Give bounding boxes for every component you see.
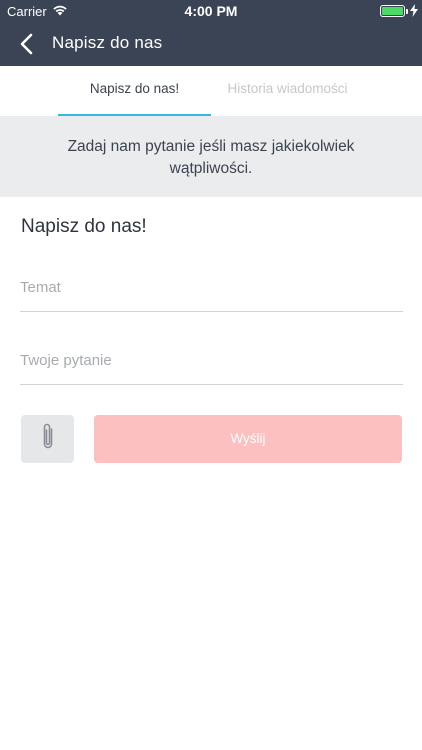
attach-button[interactable] <box>21 415 74 463</box>
tab-bar: Napisz do nas! Historia wiadomości <box>0 66 422 116</box>
tab-label: Historia wiadomości <box>227 81 348 96</box>
send-button[interactable]: Wyślij <box>94 415 402 463</box>
charging-bolt-icon <box>410 4 418 20</box>
page-title: Napisz do nas <box>52 33 163 52</box>
question-input[interactable] <box>20 345 403 375</box>
subject-input[interactable] <box>20 272 403 302</box>
info-banner: Zadaj nam pytanie jeśli masz jakiekolwie… <box>0 116 422 197</box>
back-button[interactable] <box>16 30 40 58</box>
banner-text-line-1: Zadaj nam pytanie jeśli masz jakiekolwie… <box>67 138 355 155</box>
status-bar: Carrier 4:00 PM <box>0 0 422 22</box>
banner-text-line-2: wątpliwości. <box>169 160 253 177</box>
status-time: 4:00 PM <box>184 3 238 19</box>
tab-write-to-us[interactable]: Napisz do nas! <box>58 66 211 116</box>
top-bar: Carrier 4:00 PM Napisz do nas <box>0 0 422 66</box>
subject-field <box>20 272 403 312</box>
battery-tip <box>406 9 408 14</box>
question-field <box>20 345 403 385</box>
form-title: Napisz do nas! <box>21 216 147 237</box>
battery-icon <box>380 5 405 17</box>
navigation-bar: Napisz do nas <box>0 22 422 66</box>
chevron-left-icon <box>16 33 40 62</box>
tab-label: Napisz do nas! <box>89 81 180 96</box>
paperclip-icon <box>40 422 56 457</box>
tab-message-history[interactable]: Historia wiadomości <box>211 66 364 116</box>
